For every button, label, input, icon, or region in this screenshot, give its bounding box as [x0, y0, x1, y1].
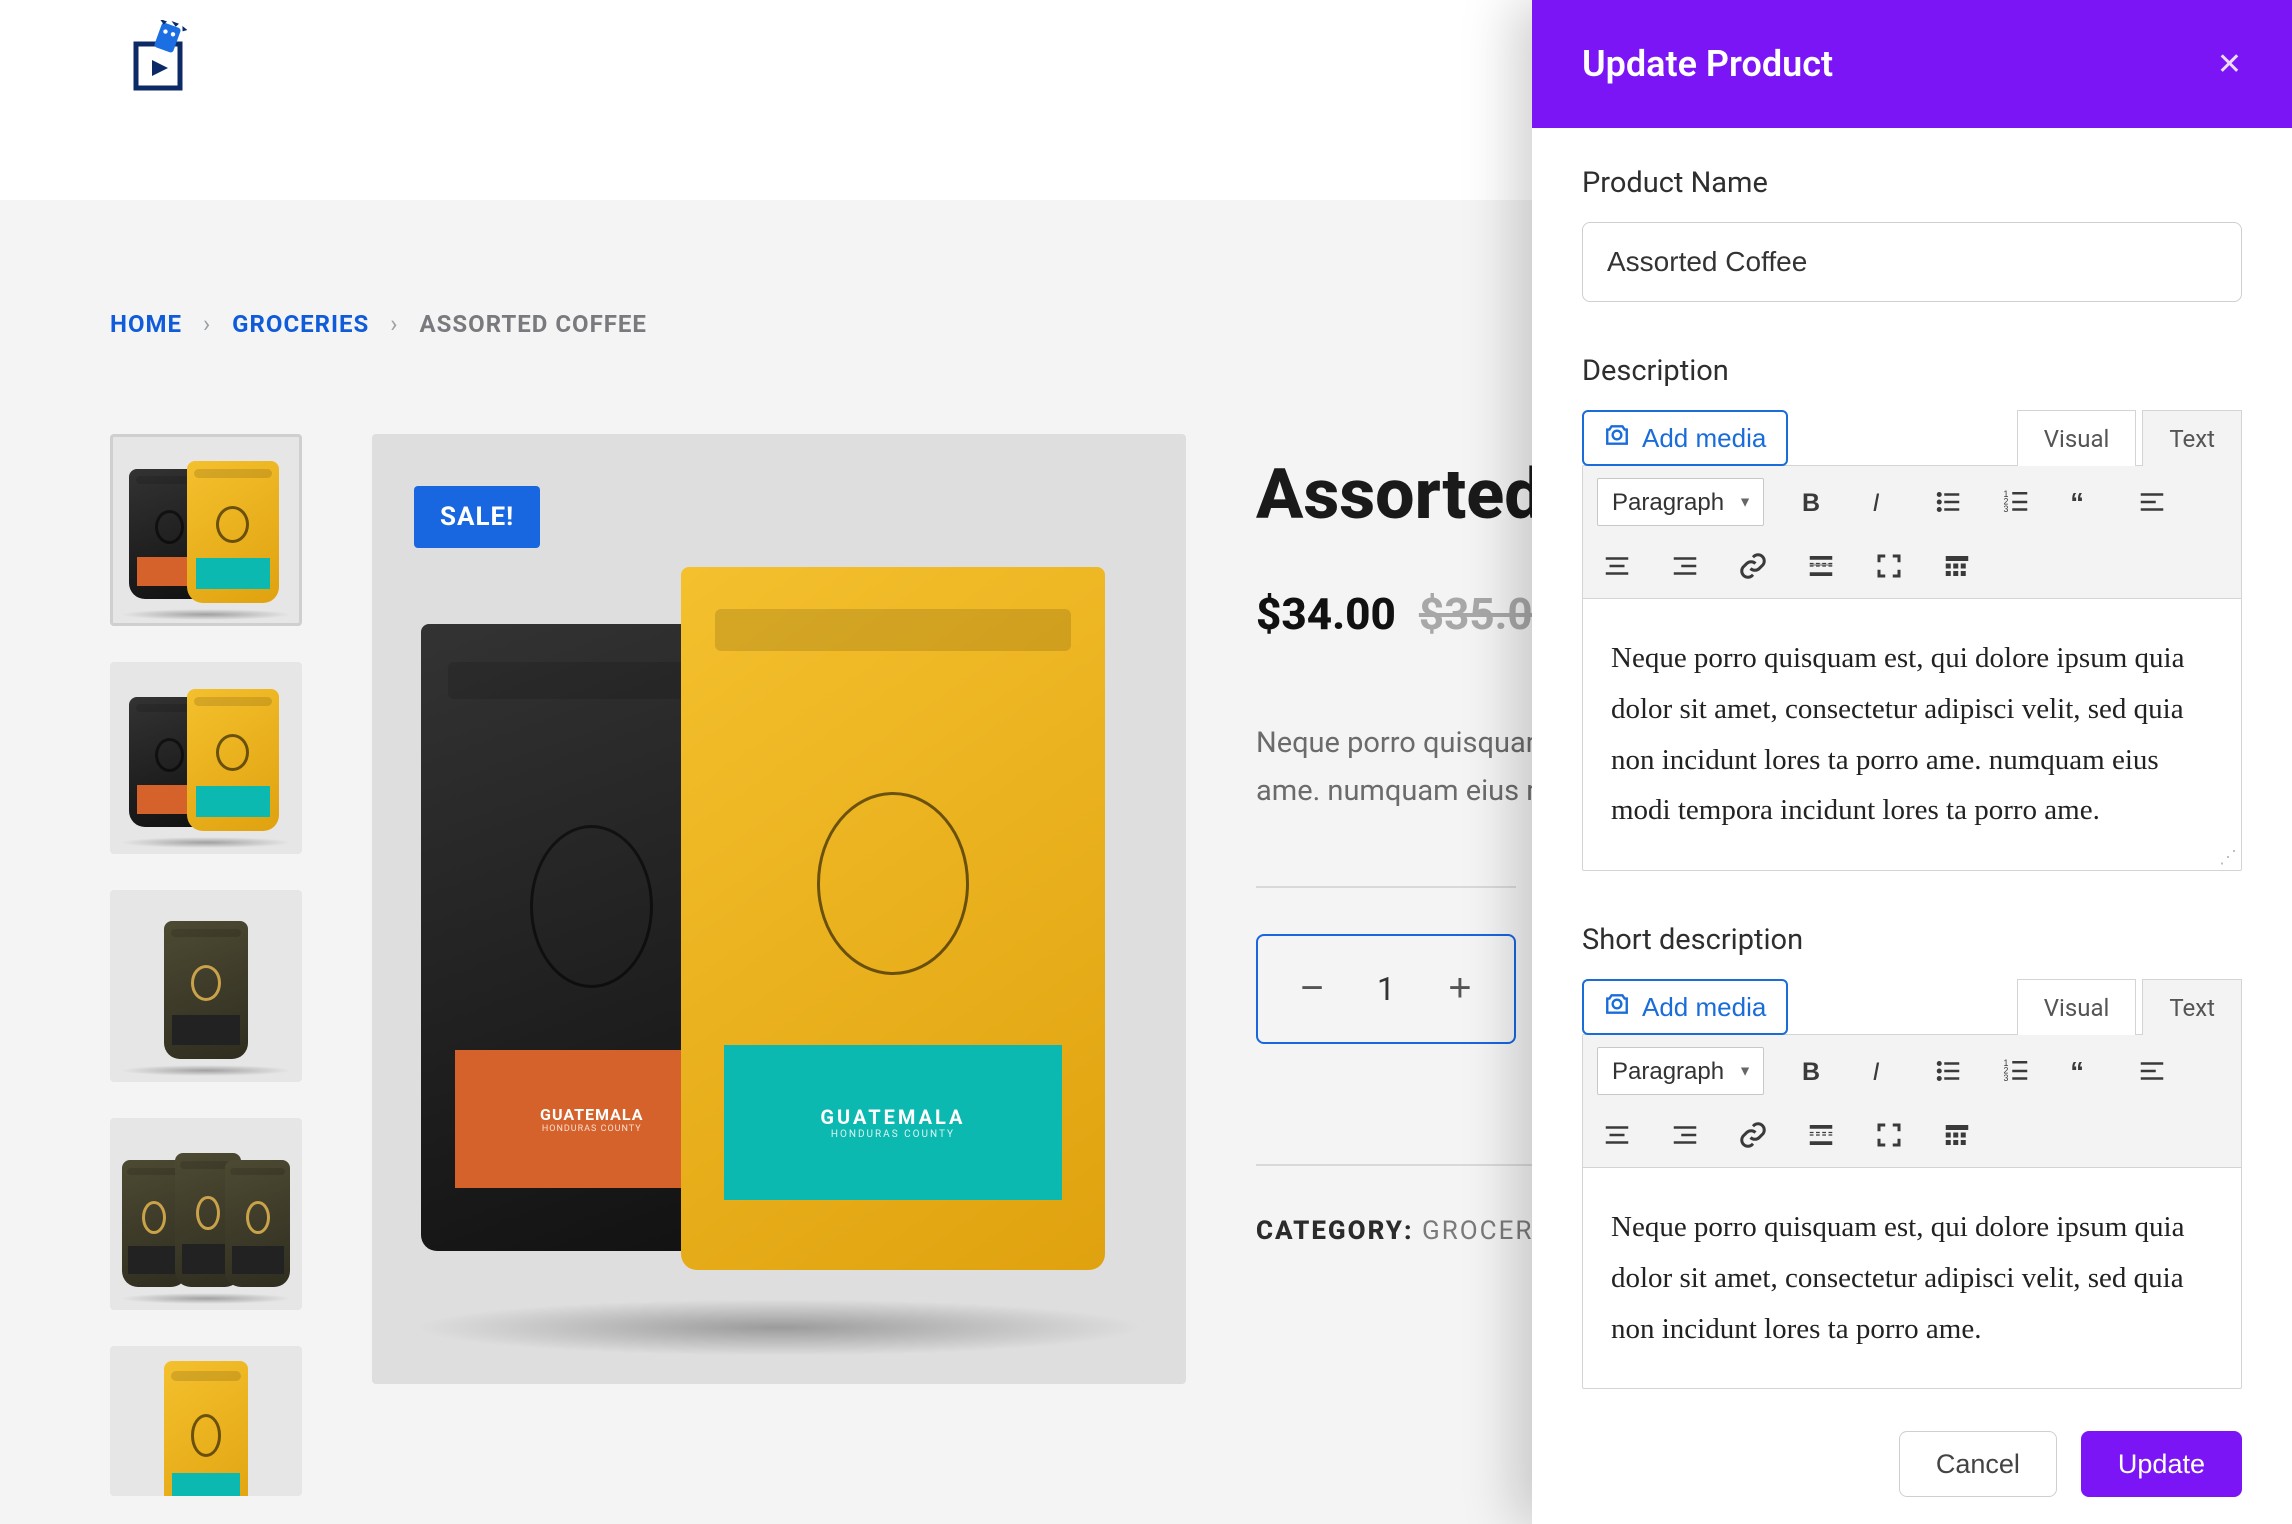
- svg-text:I: I: [1873, 489, 1880, 517]
- bold-button[interactable]: B: [1792, 482, 1832, 522]
- quantity-value: 1: [1377, 970, 1395, 1008]
- thumbnail[interactable]: [110, 662, 302, 854]
- svg-text:“: “: [2070, 487, 2084, 517]
- add-media-button[interactable]: Add media: [1582, 410, 1788, 466]
- close-button[interactable]: ✕: [2217, 47, 2242, 82]
- svg-text:B: B: [1802, 489, 1820, 517]
- editor-tab-text[interactable]: Text: [2142, 979, 2242, 1035]
- product-name-label: Product Name: [1582, 166, 2242, 200]
- description-textarea[interactable]: Neque porro quisquam est, qui dolore ips…: [1583, 599, 2241, 870]
- editor-tab-visual[interactable]: Visual: [2017, 979, 2137, 1035]
- update-button[interactable]: Update: [2081, 1431, 2242, 1497]
- media-icon: [1604, 422, 1630, 455]
- editor-toolbar: Paragraph B I 123 “: [1583, 466, 2241, 599]
- numbered-list-button[interactable]: 123: [1996, 482, 2036, 522]
- description-label: Description: [1582, 354, 2242, 388]
- editor-toolbar: Paragraph B I 123 “: [1583, 1035, 2241, 1168]
- site-logo: [130, 20, 190, 94]
- update-product-panel: Update Product ✕ Product Name Descriptio…: [1532, 0, 2292, 1524]
- panel-footer: Cancel Update: [1532, 1404, 2292, 1524]
- add-media-button[interactable]: Add media: [1582, 979, 1788, 1035]
- fullscreen-button[interactable]: [1869, 546, 1909, 586]
- editor-tab-visual[interactable]: Visual: [2017, 410, 2137, 466]
- thumbnail[interactable]: [110, 890, 302, 1082]
- divider: [1256, 886, 1516, 888]
- thumbnail[interactable]: [110, 1346, 302, 1496]
- link-button[interactable]: [1733, 1115, 1773, 1155]
- bullet-list-button[interactable]: [1928, 1051, 1968, 1091]
- align-right-button[interactable]: [1665, 546, 1705, 586]
- italic-button[interactable]: I: [1860, 482, 1900, 522]
- format-select[interactable]: Paragraph: [1597, 1047, 1764, 1095]
- italic-button[interactable]: I: [1860, 1051, 1900, 1091]
- format-select[interactable]: Paragraph: [1597, 478, 1764, 526]
- svg-text:B: B: [1802, 1058, 1820, 1086]
- editor-tab-text[interactable]: Text: [2142, 410, 2242, 466]
- panel-title: Update Product: [1582, 43, 1833, 85]
- bullet-list-button[interactable]: [1928, 482, 1968, 522]
- panel-header: Update Product ✕: [1532, 0, 2292, 128]
- product-name-input[interactable]: [1582, 222, 2242, 302]
- toolbar-toggle-button[interactable]: [1937, 1115, 1977, 1155]
- numbered-list-button[interactable]: 123: [1996, 1051, 2036, 1091]
- thumbnail[interactable]: [110, 434, 302, 626]
- category-label: CATEGORY:: [1256, 1216, 1414, 1246]
- sale-badge: SALE!: [414, 486, 540, 548]
- short-description-editor: Paragraph B I 123 “ Neque porro quisquam…: [1582, 1034, 2242, 1389]
- svg-text:3: 3: [2004, 504, 2009, 514]
- blockquote-button[interactable]: “: [2064, 1051, 2104, 1091]
- thumbnail-list: [110, 434, 302, 1496]
- chevron-right-icon: ›: [390, 310, 398, 338]
- price-current: $34.00: [1256, 588, 1396, 640]
- svg-text:3: 3: [2004, 1073, 2009, 1083]
- add-media-label: Add media: [1642, 992, 1766, 1023]
- align-center-button[interactable]: [1597, 546, 1637, 586]
- fullscreen-button[interactable]: [1869, 1115, 1909, 1155]
- link-button[interactable]: [1733, 546, 1773, 586]
- align-center-button[interactable]: [1597, 1115, 1637, 1155]
- breadcrumb-category[interactable]: GROCERIES: [232, 310, 369, 338]
- breadcrumb-current: ASSORTED COFFEE: [419, 310, 646, 338]
- media-icon: [1604, 991, 1630, 1024]
- svg-text:“: “: [2070, 1056, 2084, 1086]
- short-description-label: Short description: [1582, 923, 2242, 957]
- bold-button[interactable]: B: [1792, 1051, 1832, 1091]
- align-left-button[interactable]: [2132, 1051, 2172, 1091]
- add-media-label: Add media: [1642, 423, 1766, 454]
- quantity-stepper[interactable]: − 1 +: [1256, 934, 1516, 1044]
- quantity-increment[interactable]: +: [1436, 966, 1484, 1011]
- quantity-decrement[interactable]: −: [1288, 966, 1336, 1011]
- toolbar-toggle-button[interactable]: [1937, 546, 1977, 586]
- description-editor: Paragraph B I 123 “ Neque porro quisquam…: [1582, 465, 2242, 871]
- align-left-button[interactable]: [2132, 482, 2172, 522]
- breadcrumb-home[interactable]: HOME: [110, 310, 182, 338]
- read-more-button[interactable]: [1801, 1115, 1841, 1155]
- svg-text:I: I: [1873, 1058, 1880, 1086]
- blockquote-button[interactable]: “: [2064, 482, 2104, 522]
- cancel-button[interactable]: Cancel: [1899, 1431, 2057, 1497]
- read-more-button[interactable]: [1801, 546, 1841, 586]
- close-icon: ✕: [2217, 48, 2242, 81]
- short-description-textarea[interactable]: Neque porro quisquam est, qui dolore ips…: [1583, 1168, 2241, 1388]
- chevron-right-icon: ›: [203, 310, 211, 338]
- align-right-button[interactable]: [1665, 1115, 1705, 1155]
- product-main-image[interactable]: GUATEMALAHONDURAS COUNTY GUATEMALAHONDUR…: [372, 434, 1186, 1384]
- thumbnail[interactable]: [110, 1118, 302, 1310]
